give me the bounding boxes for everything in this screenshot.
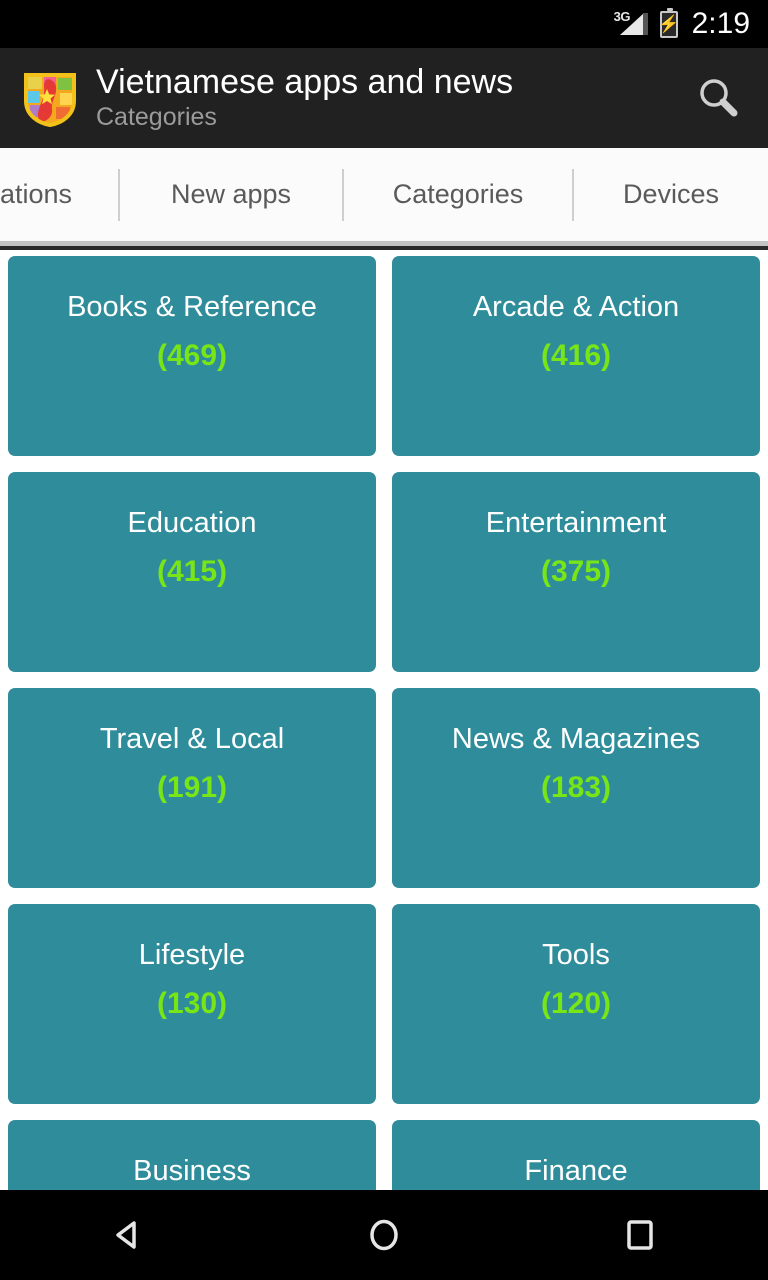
grid-row: Business Finance bbox=[8, 1120, 760, 1190]
signal-strength-icon: 3G bbox=[614, 9, 648, 37]
app-screen: 3G ⚡ 2:19 Vietnamese apps and news Categ… bbox=[0, 0, 768, 1280]
search-button[interactable] bbox=[682, 62, 754, 134]
category-card-lifestyle[interactable]: Lifestyle (130) bbox=[8, 904, 376, 1104]
grid-row: Lifestyle (130) Tools (120) bbox=[8, 904, 760, 1104]
action-bar: Vietnamese apps and news Categories bbox=[0, 48, 768, 148]
category-count: (191) bbox=[156, 771, 228, 804]
tab-categories[interactable]: Categories bbox=[344, 148, 572, 241]
recents-square-icon bbox=[627, 1220, 653, 1250]
category-card-travel-local[interactable]: Travel & Local (191) bbox=[8, 688, 376, 888]
back-triangle-icon bbox=[116, 1221, 136, 1249]
status-bar: 3G ⚡ 2:19 bbox=[0, 0, 768, 48]
category-count: (415) bbox=[156, 555, 228, 588]
category-card-news-magazines[interactable]: News & Magazines (183) bbox=[392, 688, 760, 888]
category-name: Travel & Local bbox=[99, 723, 285, 755]
home-button[interactable] bbox=[329, 1190, 439, 1280]
category-grid: Books & Reference (469) Arcade & Action … bbox=[0, 250, 768, 1190]
category-name: Arcade & Action bbox=[472, 291, 680, 323]
signal-bars-shape bbox=[619, 13, 644, 35]
clock-label: 2:19 bbox=[691, 7, 750, 40]
category-count: (375) bbox=[540, 555, 612, 588]
category-card-education[interactable]: Education (415) bbox=[8, 472, 376, 672]
category-name: Tools bbox=[542, 939, 610, 971]
tab-applications[interactable]: ations bbox=[0, 148, 118, 241]
tab-new-apps[interactable]: New apps bbox=[120, 148, 342, 241]
back-button[interactable] bbox=[73, 1190, 183, 1280]
category-card-books-reference[interactable]: Books & Reference (469) bbox=[8, 256, 376, 456]
page-subtitle: Categories bbox=[96, 103, 217, 131]
category-name: Finance bbox=[524, 1155, 628, 1187]
home-circle-icon bbox=[370, 1219, 398, 1251]
category-count: (183) bbox=[540, 771, 612, 804]
header-titles: Vietnamese apps and news Categories bbox=[96, 62, 682, 134]
tab-bar[interactable]: ations New apps Categories Devices bbox=[0, 148, 768, 241]
category-card-entertainment[interactable]: Entertainment (375) bbox=[392, 472, 760, 672]
grid-row: Books & Reference (469) Arcade & Action … bbox=[8, 256, 760, 456]
category-name: Entertainment bbox=[485, 507, 667, 539]
category-card-tools[interactable]: Tools (120) bbox=[392, 904, 760, 1104]
category-count: (120) bbox=[540, 987, 612, 1020]
signal-bars-empty-shape bbox=[642, 13, 648, 35]
category-name: News & Magazines bbox=[451, 723, 701, 755]
search-icon bbox=[700, 79, 738, 117]
category-count: (416) bbox=[540, 339, 612, 372]
category-name: Books & Reference bbox=[67, 291, 317, 323]
grid-row: Travel & Local (191) News & Magazines (1… bbox=[8, 688, 760, 888]
category-card-arcade-action[interactable]: Arcade & Action (416) bbox=[392, 256, 760, 456]
page-title: Vietnamese apps and news bbox=[96, 63, 514, 101]
category-name: Business bbox=[133, 1155, 251, 1187]
grid-row: Education (415) Entertainment (375) bbox=[8, 472, 760, 672]
category-count: (469) bbox=[156, 339, 228, 372]
recents-button[interactable] bbox=[585, 1190, 695, 1280]
category-card-business[interactable]: Business bbox=[8, 1120, 376, 1190]
category-count: (130) bbox=[156, 987, 228, 1020]
tab-devices[interactable]: Devices bbox=[574, 148, 768, 241]
android-navigation-bar bbox=[0, 1190, 768, 1280]
battery-charging-icon: ⚡ bbox=[658, 7, 680, 38]
battery-bolt-glyph: ⚡ bbox=[658, 14, 680, 34]
vietnam-shield-icon bbox=[22, 69, 78, 128]
category-name: Lifestyle bbox=[138, 939, 246, 971]
category-card-finance[interactable]: Finance bbox=[392, 1120, 760, 1190]
category-name: Education bbox=[127, 507, 257, 539]
